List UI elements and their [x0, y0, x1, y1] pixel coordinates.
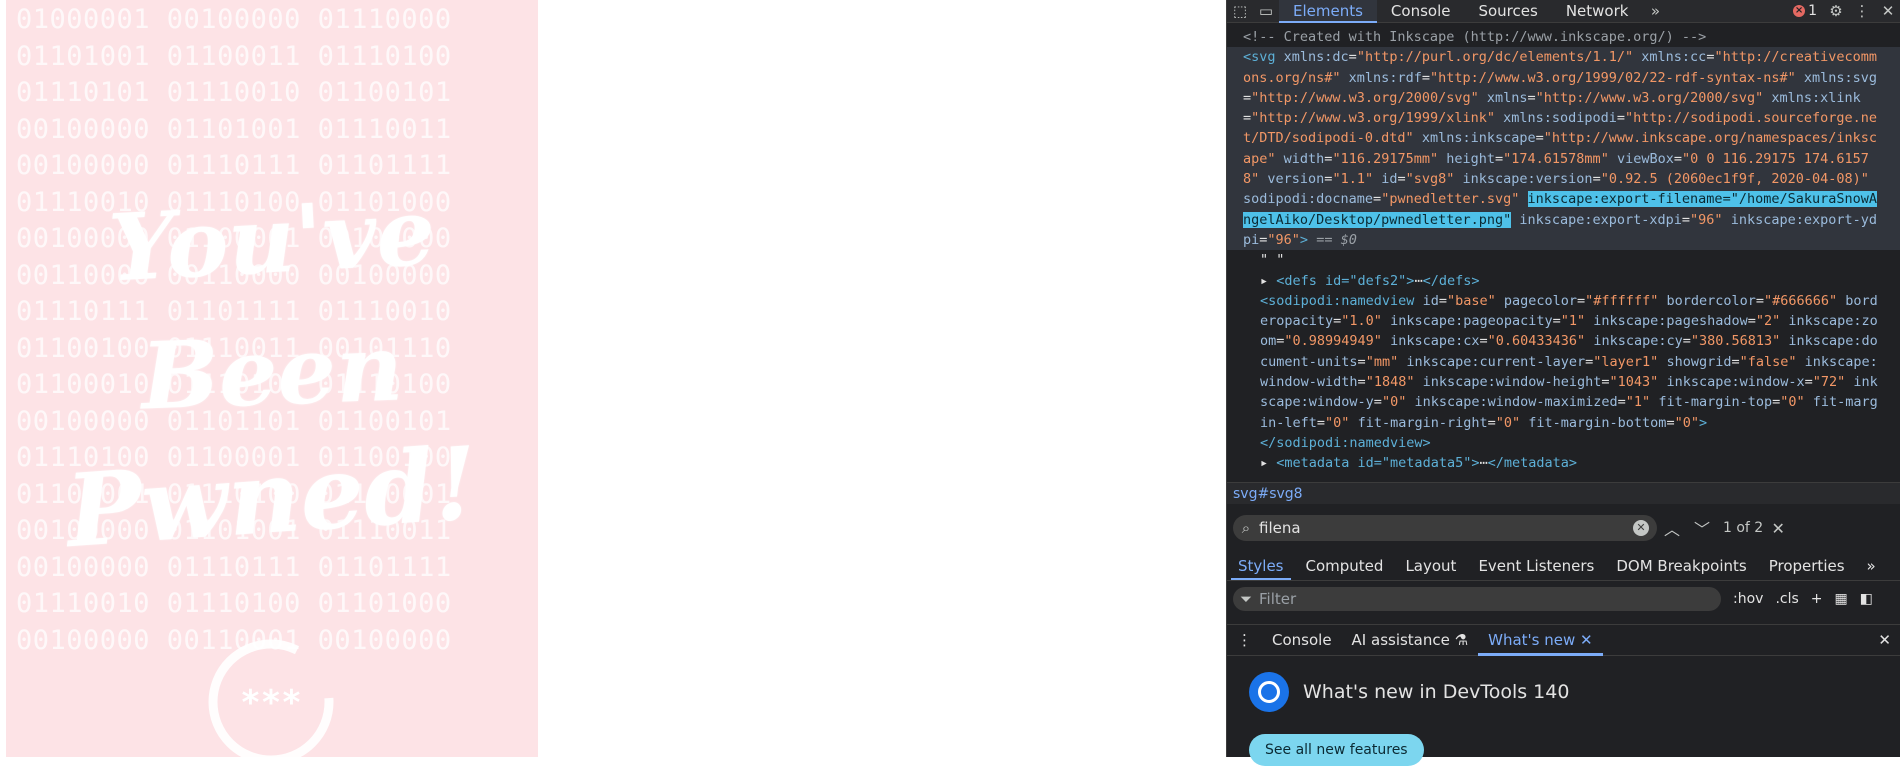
subtab-event-listeners[interactable]: Event Listeners	[1467, 552, 1605, 580]
attribute[interactable]: fit-margin-top="0"	[1650, 394, 1804, 410]
styles-filter-row: ⏷ Filter :hov .cls + ▦ ◧	[1227, 584, 1900, 614]
binary-line: 01000001 00100000 01110000	[16, 4, 452, 35]
attribute[interactable]: inkscape:pageopacity="1"	[1382, 313, 1585, 329]
dom-search-bar: ⌕ filena ✕ ︿ ﹀ 1 of 2 ✕	[1227, 512, 1900, 544]
pwned-emblem-icon: ***	[208, 639, 334, 757]
attribute[interactable]: xmlns:dc="http://purl.org/dc/elements/1.…	[1276, 49, 1634, 65]
attribute[interactable]: version="1.1"	[1259, 171, 1373, 187]
namedview-close-node[interactable]: </sodipodi:namedview>	[1227, 433, 1900, 453]
subtab-computed[interactable]: Computed	[1295, 552, 1395, 580]
attribute[interactable]: inkscape:window-maximized="1"	[1406, 394, 1650, 410]
close-drawer-icon[interactable]: ✕	[1868, 625, 1900, 655]
error-icon: ×	[1793, 5, 1806, 17]
tab-console[interactable]: Console	[1377, 0, 1465, 22]
subtab-styles[interactable]: Styles	[1227, 552, 1295, 580]
binary-line: 01110101 01110010 01100101	[16, 77, 452, 108]
flask-icon: ⚗	[1454, 631, 1469, 649]
poster-line-2: Been	[139, 313, 405, 431]
search-match-count: 1 of 2	[1723, 520, 1764, 536]
more-tabs-icon[interactable]: »	[1642, 2, 1668, 20]
breadcrumb[interactable]: svg#svg8	[1227, 482, 1900, 504]
attribute[interactable]: fit-margin-right="0"	[1349, 415, 1521, 431]
attribute[interactable]: xmlns="http://www.w3.org/2000/svg"	[1479, 90, 1763, 106]
attribute[interactable]: inkscape:export-xdpi="96"	[1511, 212, 1722, 228]
styles-subtabs: Styles Computed Layout Event Listeners D…	[1227, 552, 1900, 581]
search-prev-icon[interactable]: ︿	[1657, 516, 1687, 540]
pwned-poster: 01000001 00100000 01110000 01101001 01100…	[6, 0, 538, 757]
attribute[interactable]: id="base"	[1414, 293, 1496, 309]
hover-state-toggle[interactable]: :hov	[1733, 591, 1763, 607]
attribute[interactable]: inkscape:current-layer="layer1"	[1398, 354, 1658, 370]
drawer-tab-whats-new[interactable]: What's new ✕	[1478, 625, 1604, 656]
close-search-icon[interactable]: ✕	[1763, 519, 1793, 538]
attribute[interactable]: xmlns:rdf="http://www.w3.org/1999/02/22-…	[1341, 70, 1796, 86]
clear-search-icon[interactable]: ✕	[1633, 520, 1649, 536]
whats-new-header: What's new in DevTools 140	[1249, 672, 1569, 712]
elements-tree[interactable]: <!-- Created with Inkscape (http://www.i…	[1227, 27, 1900, 477]
attribute[interactable]: fit-margin-bottom="0"	[1520, 415, 1699, 431]
search-icon: ⌕	[1241, 519, 1251, 537]
inspect-element-icon[interactable]: ⬚	[1227, 2, 1253, 20]
filter-placeholder: Filter	[1259, 590, 1297, 608]
class-toggle[interactable]: .cls	[1775, 591, 1798, 607]
settings-gear-icon[interactable]: ⚙	[1823, 2, 1849, 20]
close-devtools-icon[interactable]: ✕	[1875, 2, 1900, 20]
drawer-tab-ai-assistance[interactable]: AI assistance ⚗	[1342, 625, 1479, 655]
defs-node[interactable]: ▸ <defs id="defs2">⋯</defs>	[1227, 271, 1900, 291]
text-node[interactable]: " "	[1227, 250, 1900, 270]
attribute[interactable]: inkscape:pageshadow="2"	[1585, 313, 1780, 329]
devtools-toolbar: ⬚ ▭ Elements Console Sources Network » ×…	[1227, 0, 1900, 23]
search-next-icon[interactable]: ﹀	[1687, 516, 1717, 540]
error-counter[interactable]: × 1	[1793, 3, 1817, 19]
attribute[interactable]: bordercolor="#666666"	[1658, 293, 1837, 309]
more-subtabs-icon[interactable]: »	[1856, 552, 1887, 580]
styles-filter-input[interactable]: ⏷ Filter	[1233, 587, 1721, 611]
breadcrumb-svg[interactable]: svg#svg8	[1233, 486, 1303, 502]
close-tab-icon[interactable]: ✕	[1580, 631, 1593, 649]
drawer-tabs: ⋮ Console AI assistance ⚗ What's new ✕ ✕	[1227, 624, 1900, 656]
attribute[interactable]: inkscape:window-height="1043"	[1414, 374, 1659, 390]
attribute[interactable]: height="174.61578mm"	[1438, 151, 1609, 167]
device-toolbar-icon[interactable]: ▭	[1253, 2, 1279, 20]
drawer-menu-icon[interactable]: ⋮	[1227, 625, 1262, 655]
emblem-text: ***	[240, 683, 301, 723]
attribute[interactable]: pagecolor="#ffffff"	[1496, 293, 1658, 309]
attribute[interactable]: inkscape:window-x="72"	[1658, 374, 1845, 390]
page-viewport: 01000001 00100000 01110000 01101001 01100…	[0, 0, 1226, 757]
subtab-properties[interactable]: Properties	[1758, 552, 1856, 580]
attribute[interactable]: inkscape:cy="380.56813"	[1585, 333, 1780, 349]
binary-line: 01101001 01100011 01110100	[16, 40, 452, 72]
devtools-panel: ⬚ ▭ Elements Console Sources Network » ×…	[1226, 0, 1900, 766]
search-value: filena	[1259, 519, 1301, 537]
subtab-layout[interactable]: Layout	[1394, 552, 1467, 580]
namedview-node[interactable]: <sodipodi:namedview id="base" pagecolor=…	[1227, 291, 1900, 433]
error-count: 1	[1808, 3, 1817, 19]
tab-network[interactable]: Network	[1552, 0, 1643, 22]
drawer-tab-console[interactable]: Console	[1262, 625, 1342, 655]
binary-line: 01110010 01110100 01101000	[16, 588, 452, 619]
paint-icon[interactable]: ▦	[1835, 591, 1848, 607]
subtab-dom-breakpoints[interactable]: DOM Breakpoints	[1605, 552, 1757, 580]
toggle-sidebar-icon[interactable]: ◧	[1860, 591, 1873, 607]
chrome-logo-icon	[1249, 672, 1289, 712]
attribute[interactable]: inkscape:version="0.92.5 (2060ec1f9f, 20…	[1454, 171, 1869, 187]
binary-line: 00100000 01101001 01110011	[16, 113, 452, 145]
tab-sources[interactable]: Sources	[1464, 0, 1551, 22]
comment-node[interactable]: <!-- Created with Inkscape (http://www.i…	[1227, 27, 1900, 47]
svg-element-node[interactable]: <svg xmlns:dc="http://purl.org/dc/elemen…	[1227, 47, 1900, 251]
attribute[interactable]: inkscape:cx="0.60433436"	[1382, 333, 1585, 349]
search-input[interactable]: ⌕ filena ✕	[1233, 515, 1657, 541]
attribute[interactable]: showgrid="false"	[1658, 354, 1796, 370]
whats-new-title: What's new in DevTools 140	[1303, 681, 1570, 703]
attribute[interactable]: width="116.29175mm"	[1276, 151, 1438, 167]
metadata-node[interactable]: ▸ <metadata id="metadata5">⋯</metadata>	[1227, 453, 1900, 473]
new-rule-icon[interactable]: +	[1811, 591, 1823, 607]
filter-icon: ⏷	[1239, 590, 1252, 608]
see-all-features-button[interactable]: See all new features	[1249, 734, 1424, 766]
tab-elements[interactable]: Elements	[1279, 0, 1377, 23]
attribute[interactable]: id="svg8"	[1373, 171, 1454, 187]
more-options-icon[interactable]: ⋮	[1849, 2, 1875, 20]
